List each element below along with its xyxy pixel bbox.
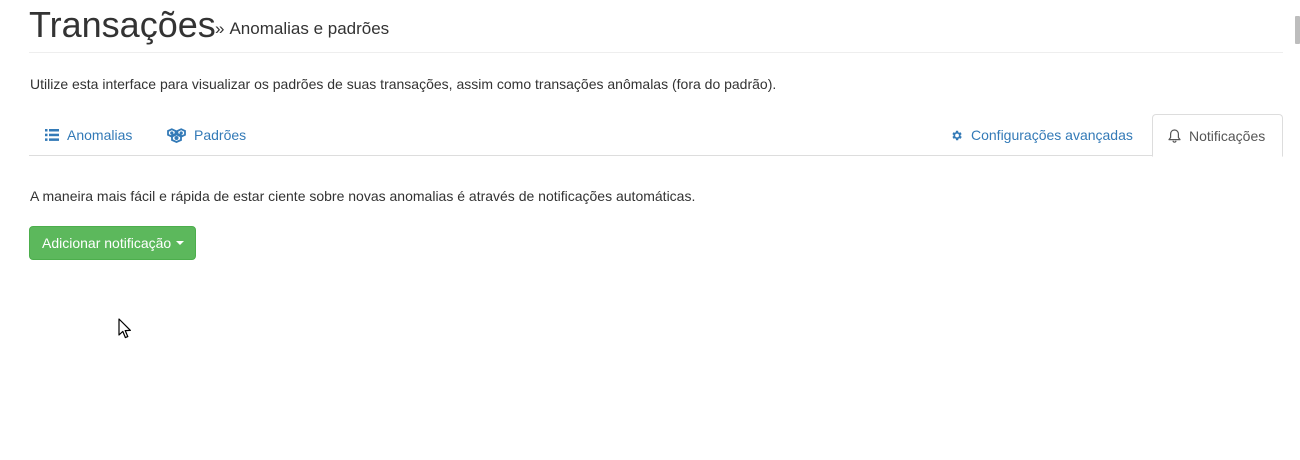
tab-padroes-label: Padrões [194, 127, 247, 143]
mouse-cursor-icon [118, 318, 132, 344]
tab-padroes[interactable]: Padrões [167, 114, 246, 156]
bell-icon [1168, 128, 1181, 143]
tab-notificacoes[interactable]: Notificações [1152, 114, 1283, 157]
page-subtitle-text: Anomalias e padrões [229, 19, 390, 38]
page: Transações » Anomalias e padrões Utilize … [0, 0, 1300, 460]
tab-configuracoes-avancadas[interactable]: Configurações avançadas [950, 114, 1133, 156]
caret-down-icon [176, 241, 185, 245]
tab-bar: Anomalias Padrões Configurações avançada… [29, 114, 1283, 157]
page-header: Transações » Anomalias e padrões [29, 0, 1283, 53]
notifications-description: A maneira mais fácil e rápida de estar c… [30, 188, 696, 204]
breadcrumb-separator: » [215, 19, 225, 38]
tab-configuracoes-label: Configurações avançadas [971, 127, 1133, 143]
page-title: Transações [29, 4, 216, 45]
scrollbar[interactable] [1295, 16, 1300, 44]
tab-anomalias[interactable]: Anomalias [45, 114, 132, 156]
tab-notificacoes-label: Notificações [1189, 127, 1266, 144]
intro-text: Utilize esta interface para visualizar o… [30, 76, 777, 92]
gear-icon [950, 129, 963, 142]
page-subtitle: » Anomalias e padrões [215, 19, 389, 39]
list-icon [45, 129, 59, 141]
add-notification-button[interactable]: Adicionar notificação [29, 226, 196, 260]
tab-anomalias-label: Anomalias [67, 127, 133, 143]
cubes-icon [167, 127, 186, 143]
add-notification-label: Adicionar notificação [42, 235, 172, 251]
